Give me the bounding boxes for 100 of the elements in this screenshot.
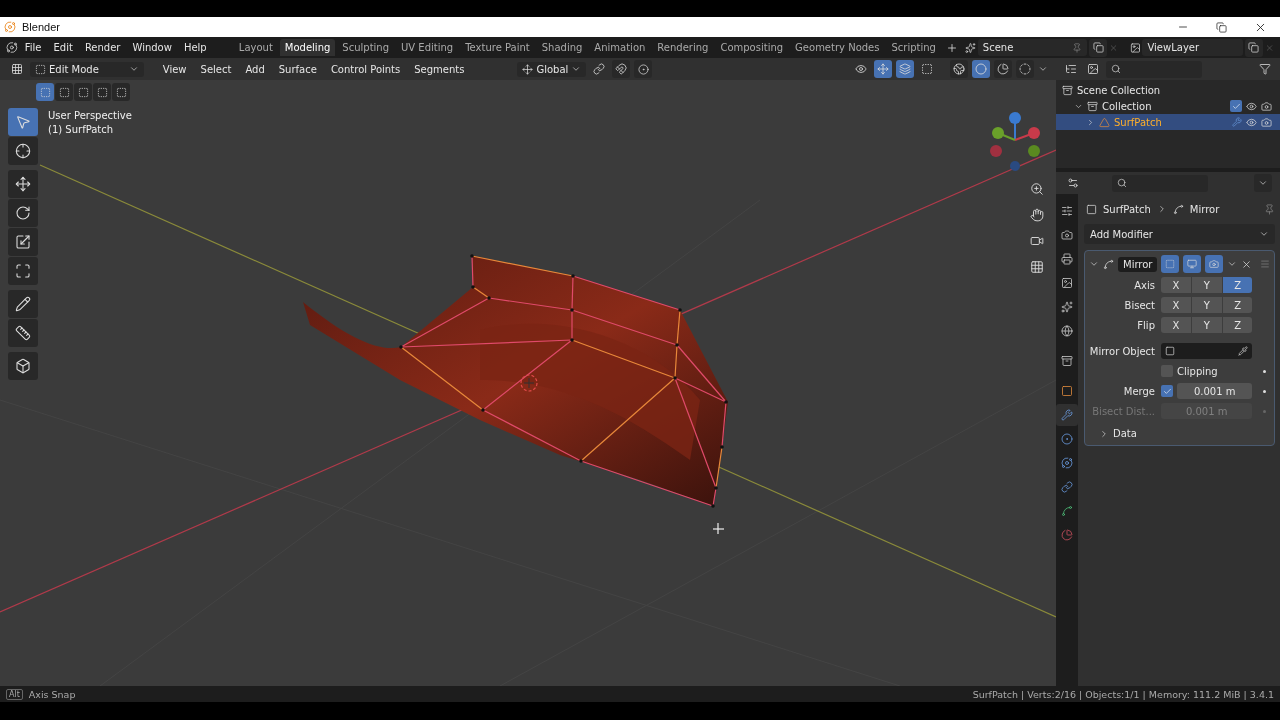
new-view-layer-button[interactable] [1244, 38, 1263, 57]
proportional-edit-button[interactable] [634, 60, 653, 78]
new-scene-button[interactable] [1089, 38, 1108, 57]
workspace-tab[interactable]: Rendering [652, 39, 714, 56]
select-mode-button[interactable] [93, 83, 111, 101]
edit-mode-toggle[interactable] [1161, 255, 1180, 273]
search-field[interactable] [1112, 174, 1208, 192]
search-field[interactable] [1106, 60, 1202, 78]
merge-distance-field[interactable]: 0.001 m [1177, 383, 1253, 399]
eye-icon [1246, 100, 1257, 112]
include-checkbox[interactable] [1230, 100, 1242, 112]
image-icon [1061, 277, 1073, 289]
outliner-item[interactable]: SurfPatch [1056, 114, 1280, 130]
select-mode-button[interactable] [74, 83, 92, 101]
menu-item[interactable]: Select [195, 61, 237, 77]
panel-expand-toggle[interactable] [1089, 259, 1099, 269]
shading-button[interactable] [1016, 60, 1034, 78]
viewport-toggle[interactable] [874, 60, 892, 78]
workspace-tab[interactable]: Layout [233, 39, 278, 56]
render-toggle[interactable] [1205, 255, 1224, 273]
snap-button[interactable] [612, 60, 631, 78]
tool-button[interactable] [8, 290, 38, 318]
keyframe-dot-icon[interactable] [1262, 409, 1266, 413]
tool-button[interactable] [8, 257, 38, 285]
axis-toggle[interactable]: Z [1222, 317, 1253, 333]
pencil-icon [15, 296, 31, 312]
menu-item[interactable]: Render [79, 40, 126, 55]
link-icon [1061, 481, 1073, 493]
keyframe-dot-icon[interactable] [1262, 389, 1266, 393]
merge-checkbox[interactable] [1161, 385, 1173, 397]
shading-button[interactable] [994, 60, 1012, 78]
tool-button[interactable] [8, 319, 38, 347]
modifier-name-field[interactable]: Mirror [1118, 256, 1158, 272]
link-icon [593, 63, 606, 75]
scene-field[interactable]: Scene [977, 39, 1088, 56]
menu-item[interactable]: Segments [409, 61, 470, 77]
eye-icon [1246, 116, 1257, 128]
zoom-icon [1030, 182, 1044, 196]
viewport-toggle[interactable] [1183, 255, 1202, 273]
tree-icon [1065, 63, 1077, 75]
outliner-label: Scene Collection [1077, 84, 1161, 96]
add-modifier-dropdown[interactable]: Add Modifier [1084, 224, 1276, 244]
workspace-tab[interactable]: Compositing [715, 39, 789, 56]
axis-toggle[interactable]: X [1161, 297, 1191, 313]
close-icon [1264, 42, 1274, 53]
menu-item[interactable]: Add [240, 61, 270, 77]
workspace-tab[interactable]: Scripting [886, 39, 941, 56]
tool-button[interactable] [8, 199, 38, 227]
wrench-icon [1232, 117, 1242, 127]
tool-button[interactable] [8, 352, 38, 380]
axis-toggle[interactable]: Z [1222, 297, 1253, 313]
workspace-tab[interactable]: Geometry Nodes [790, 39, 885, 56]
menu-item[interactable]: Surface [273, 61, 322, 77]
shading-button[interactable] [972, 60, 990, 78]
menu-item[interactable]: File [19, 40, 47, 55]
tool-button[interactable] [8, 228, 38, 256]
printer-icon [1061, 253, 1073, 265]
checkbox-label: Clipping [1177, 365, 1218, 377]
object-field[interactable] [1161, 343, 1253, 359]
viewport-toggle[interactable] [896, 60, 914, 78]
workspace-tab[interactable]: Modeling [279, 39, 336, 56]
menu-item[interactable]: Window [127, 40, 177, 55]
property-label: Mirror Object [1089, 345, 1155, 357]
tool-button[interactable] [8, 137, 38, 165]
axis-toggle[interactable]: Z [1222, 277, 1253, 293]
select-mode-button[interactable] [55, 83, 73, 101]
menu-item[interactable]: Help [178, 40, 212, 55]
search-icon [1111, 64, 1121, 74]
workspace-tab[interactable]: Texture Paint [460, 39, 535, 56]
copy-icon [1248, 42, 1260, 53]
workspace-tab[interactable]: Shading [536, 39, 588, 56]
menu-item[interactable]: Edit [48, 40, 78, 55]
select-mode-button[interactable] [112, 83, 130, 101]
selection-icon [39, 86, 51, 98]
orientation-dropdown[interactable]: Global [517, 61, 587, 77]
selection-icon [96, 86, 108, 98]
workspace-tab[interactable]: Sculpting [337, 39, 395, 56]
overlay-icon [899, 63, 911, 75]
data-subpanel-header[interactable]: Data [1089, 422, 1271, 439]
keyframe-dot-icon[interactable] [1262, 369, 1266, 373]
property-label: Flip [1136, 319, 1155, 331]
menu-item[interactable]: View [157, 61, 192, 77]
outliner-item[interactable]: Scene Collection [1056, 82, 1280, 98]
axis-toggle[interactable]: X [1161, 317, 1191, 333]
axis-toggle[interactable]: X [1161, 277, 1191, 293]
shading-button[interactable] [950, 60, 968, 78]
menu-item[interactable]: Control Points [325, 61, 406, 77]
camera-icon [1261, 100, 1272, 112]
select-mode-button[interactable] [36, 83, 54, 101]
tool-button[interactable] [8, 170, 38, 198]
window-title: Blender [22, 21, 60, 33]
axis-toggle[interactable]: Y [1191, 277, 1222, 293]
axis-toggle[interactable]: Y [1191, 317, 1222, 333]
workspace-tab[interactable]: Animation [589, 39, 651, 56]
view-layer-field[interactable]: ViewLayer [1142, 39, 1243, 56]
disclosure-toggle[interactable] [1086, 117, 1095, 127]
mode-dropdown[interactable]: Edit Mode [30, 61, 144, 77]
axis-toggle[interactable]: Y [1191, 297, 1222, 313]
workspace-tab[interactable]: UV Editing [396, 39, 459, 56]
outliner-item[interactable]: Collection [1056, 98, 1280, 114]
